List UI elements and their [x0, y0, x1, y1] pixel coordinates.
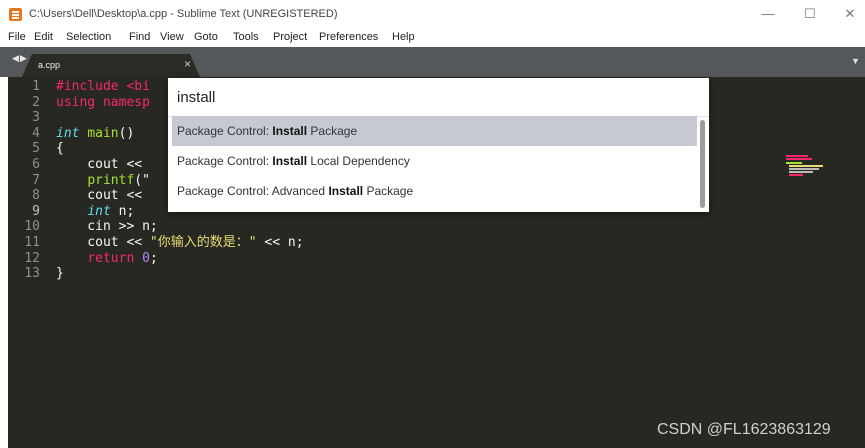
palette-input-value: install [177, 89, 216, 106]
minimize-icon[interactable]: — [753, 6, 783, 21]
result-suffix: Local Dependency [307, 154, 410, 168]
line-number: 11 [24, 235, 40, 250]
line-number: 10 [24, 219, 40, 235]
code-token: () [118, 125, 135, 141]
code-token: int [87, 203, 111, 219]
code-line: cout << [56, 188, 150, 203]
menu-item-project[interactable]: Project [273, 31, 307, 43]
code-line: #include <bi [56, 79, 150, 94]
line-number: 9 [32, 203, 40, 219]
palette-result-item[interactable]: Package Control: Install Package [172, 116, 697, 146]
line-number: 2 [32, 94, 40, 110]
code-token: n; [110, 203, 135, 219]
result-match: Install [272, 154, 308, 168]
line-number: 12 [24, 250, 40, 266]
result-suffix: Package [307, 124, 358, 138]
code-line: { [56, 141, 64, 156]
code-line: cin >> n; [56, 219, 158, 235]
code-token: << n; [256, 235, 304, 250]
palette-search-input[interactable]: install [168, 78, 709, 117]
menu-item-goto[interactable]: Goto [194, 31, 218, 43]
palette-result-label: Package Control: Advanced Install Packag… [177, 184, 413, 198]
close-icon[interactable]: ✕ [835, 6, 865, 22]
result-match: Install [328, 184, 364, 198]
line-number: 5 [32, 141, 40, 157]
menu-bar: File Edit Selection Find View Goto Tools Projec… [0, 30, 865, 47]
result-prefix: Package Control: Advanced [177, 184, 329, 198]
code-token: main [87, 125, 119, 141]
code-token: (" [134, 172, 150, 188]
maximize-icon[interactable]: ☐ [795, 6, 825, 22]
line-number: 6 [32, 157, 40, 172]
code-token: 0 [142, 250, 150, 266]
code-token: using namesp [56, 94, 150, 110]
palette-scrollbar[interactable] [700, 120, 705, 208]
result-prefix: Package Control: [177, 124, 273, 138]
line-number: 8 [32, 188, 40, 204]
code-token: "你输入的数是：" [149, 235, 257, 250]
code-token: #include <bi [56, 79, 150, 94]
code-token: ; [149, 250, 158, 266]
tab-close-icon[interactable]: × [184, 57, 191, 71]
palette-result-label: Package Control: Install Local Dependenc… [177, 154, 410, 168]
code-line: int main() [56, 126, 134, 141]
tab-bar: ◀▶ a.cpp × ▼ [0, 47, 865, 77]
palette-results-list: Package Control: Install Package Package … [168, 116, 709, 212]
sublime-app-icon [9, 8, 22, 21]
line-number: 4 [32, 125, 40, 141]
command-palette: install Package Control: Install Package… [168, 78, 709, 212]
tab-label: a.cpp [38, 60, 61, 70]
title-bar: C:\Users\Dell\Desktop\a.cpp - Sublime Te… [0, 0, 865, 30]
line-number: 13 [24, 266, 40, 282]
code-line: cout << "你输入的数是：" << n; [56, 235, 304, 250]
code-token: { [56, 141, 64, 157]
watermark: CSDN @FL1623863129 [657, 421, 831, 438]
result-suffix: Package [363, 184, 414, 198]
menu-item-file[interactable]: File [8, 31, 26, 43]
tab-dropdown-icon[interactable]: ▼ [851, 56, 860, 66]
code-token: int [56, 125, 80, 141]
menu-item-view[interactable]: View [160, 31, 184, 43]
line-number: 3 [32, 110, 40, 126]
tab-nav-arrows-icon[interactable]: ◀▶ [12, 53, 28, 64]
code-line: using namesp [56, 95, 150, 110]
code-line: printf(" [56, 173, 150, 188]
code-token: return [87, 250, 135, 266]
window-title: C:\Users\Dell\Desktop\a.cpp - Sublime Te… [29, 8, 338, 20]
code-token: cout << [56, 235, 150, 250]
code-token: cout << [56, 157, 150, 172]
code-line: int n; [56, 204, 134, 219]
menu-item-help[interactable]: Help [392, 31, 415, 43]
result-match: Install [272, 124, 308, 138]
code-token: } [56, 266, 64, 282]
code-line: return 0; [56, 250, 158, 266]
code-line: cout << [56, 157, 150, 172]
minimap[interactable] [786, 155, 826, 177]
menu-item-edit[interactable]: Edit [34, 31, 53, 43]
line-number: 1 [32, 79, 40, 94]
menu-item-selection[interactable]: Selection [66, 31, 111, 43]
code-line: } [56, 266, 64, 281]
result-prefix: Package Control: [177, 154, 273, 168]
palette-result-item[interactable]: Package Control: Install Local Dependenc… [172, 146, 697, 176]
palette-result-label: Package Control: Install Package [177, 124, 357, 138]
palette-result-item[interactable]: Package Control: Advanced Install Packag… [172, 176, 697, 206]
menu-item-preferences[interactable]: Preferences [319, 31, 378, 43]
menu-item-tools[interactable]: Tools [233, 31, 259, 43]
code-token: cout << [56, 188, 150, 204]
code-token: cin >> n; [56, 219, 158, 235]
menu-item-find[interactable]: Find [129, 31, 150, 43]
line-number: 7 [32, 172, 40, 188]
code-token: printf [87, 172, 135, 188]
